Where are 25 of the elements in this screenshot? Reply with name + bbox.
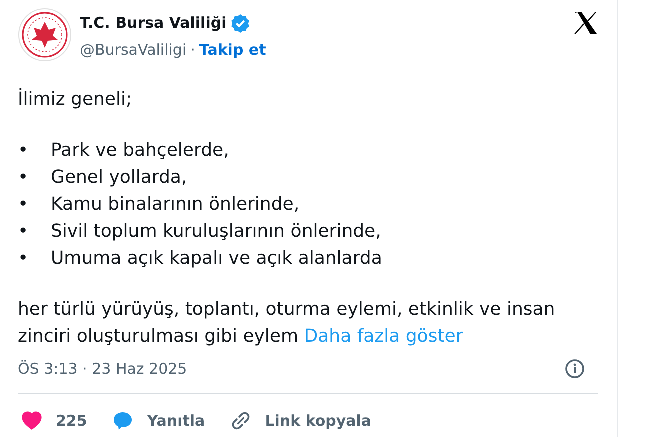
bullet-mark: • xyxy=(18,166,30,190)
post-paragraph: her türlü yürüyüş, toplantı, oturma eylemi, etkinlik ve insan zinciri oluşturulması gibi eylem Daha fazla göster xyxy=(18,298,556,349)
emblem-icon xyxy=(18,8,72,62)
copy-link-button[interactable]: Link kopyala xyxy=(231,410,372,432)
info-icon[interactable] xyxy=(565,359,585,380)
list-item-text: Park ve bahçelerde, xyxy=(51,139,230,163)
like-button[interactable]: 225 xyxy=(22,410,88,432)
bullet-mark: • xyxy=(18,139,30,163)
list-item-text: Umuma açık kapalı ve açık alanlarda xyxy=(51,247,382,271)
post-text: İlimiz geneli; xyxy=(18,88,134,112)
separator-dot: · xyxy=(190,40,196,60)
list-item-text: Genel yollarda, xyxy=(51,166,188,190)
list-item-text: Kamu binalarının önlerinde, xyxy=(51,193,300,217)
link-icon xyxy=(231,410,252,431)
x-logo-icon[interactable] xyxy=(574,12,598,34)
account-name: T.C. Bursa Valiliği xyxy=(80,13,227,34)
bullet-mark: • xyxy=(18,220,30,244)
follow-link[interactable]: Takip et xyxy=(199,38,266,61)
list-item-text: Sivil toplum kuruluşlarının önlerinde, xyxy=(51,220,382,244)
timestamp: ÖS 3:13 · 23 Haz 2025 xyxy=(18,359,188,380)
bullet-mark: • xyxy=(18,247,30,271)
reply-button[interactable]: Yanıtla xyxy=(113,410,206,432)
account-handle: @BursaValiligi xyxy=(80,40,187,60)
speech-bubble-icon xyxy=(113,410,134,431)
bullet-mark: • xyxy=(18,193,30,217)
